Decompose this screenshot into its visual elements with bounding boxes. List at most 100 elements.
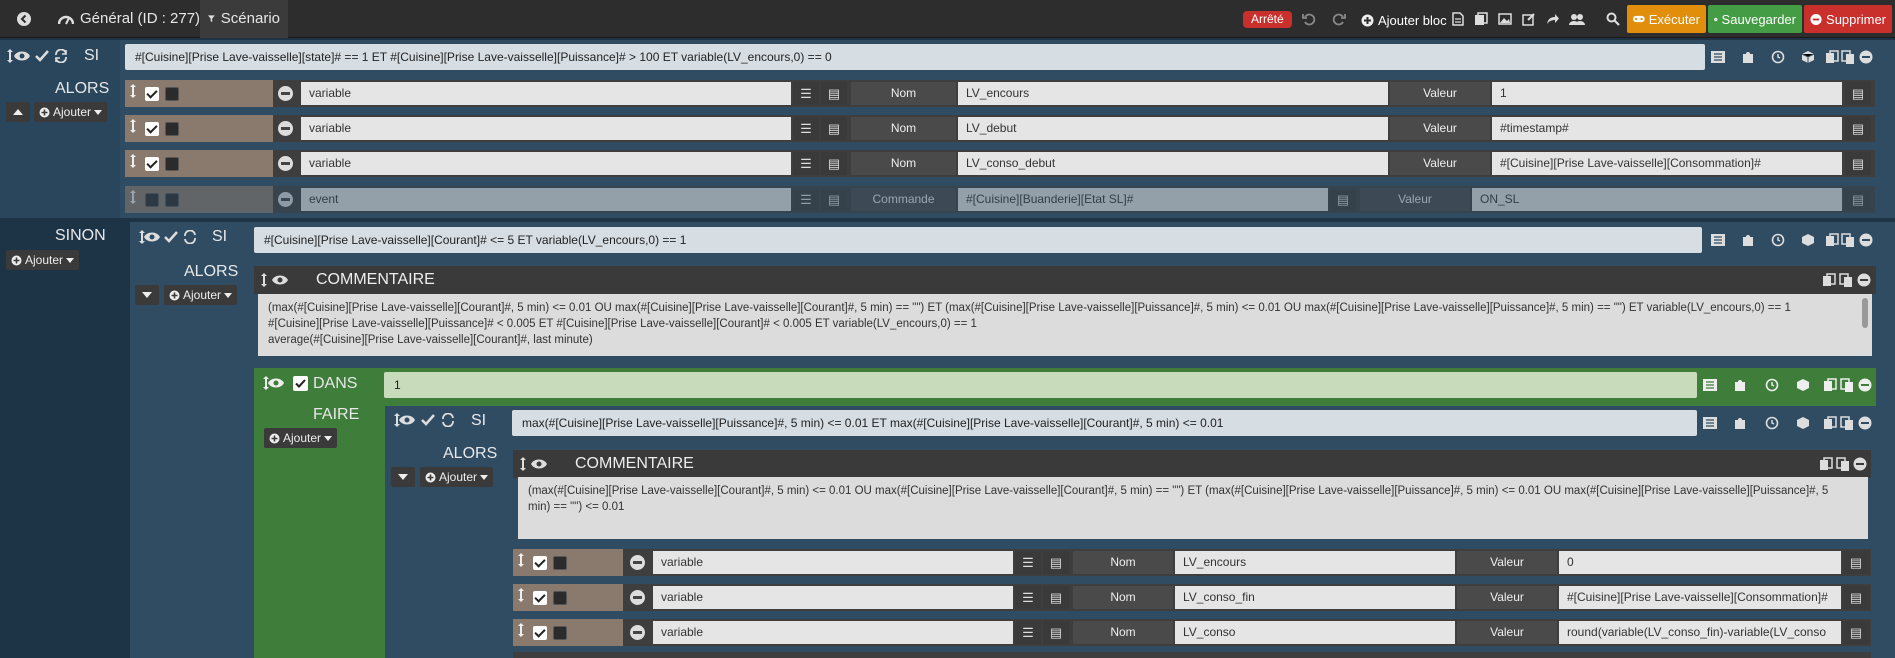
comment-textarea[interactable]: (max(#[Cuisine][Prise Lave-vaisselle][Co…	[258, 294, 1872, 356]
dans-input[interactable]: 1	[384, 372, 1697, 398]
remove-action-icon[interactable]	[630, 555, 645, 570]
options-icon[interactable]: ▤	[1845, 152, 1871, 175]
paste-block-icon[interactable]	[1839, 377, 1855, 393]
remove-block-icon[interactable]	[1857, 415, 1873, 431]
search-icon[interactable]	[1604, 10, 1622, 28]
enable-checkbox[interactable]	[145, 157, 159, 171]
action-type-field[interactable]: variable	[301, 152, 791, 175]
drag-handle-icon[interactable]	[517, 623, 525, 637]
drag-handle-icon[interactable]	[129, 84, 137, 98]
name-field[interactable]: LV_encours	[958, 82, 1388, 105]
options-icon[interactable]: ▤	[1843, 586, 1869, 609]
scrollbar[interactable]	[1862, 298, 1868, 328]
copy-block-icon[interactable]	[1819, 457, 1833, 471]
paste-block-icon[interactable]	[1840, 232, 1856, 248]
action-type-field[interactable]: variable	[653, 621, 1013, 644]
list-icon[interactable]	[1702, 377, 1718, 393]
list-icon[interactable]: ☰	[793, 152, 819, 175]
remove-block-icon[interactable]	[1853, 457, 1867, 471]
copy-block-icon[interactable]	[1822, 273, 1836, 287]
paste-block-icon[interactable]	[1836, 457, 1850, 471]
history-icon[interactable]	[1770, 232, 1786, 248]
options-icon[interactable]: ▤	[821, 152, 847, 175]
check-icon[interactable]	[163, 229, 179, 245]
paste-block-icon[interactable]	[1840, 49, 1856, 65]
sinon-ajouter-button[interactable]: Ajouter	[6, 250, 80, 270]
add-block-button[interactable]: Ajouter bloc	[1355, 8, 1453, 32]
parallel-checkbox[interactable]	[553, 626, 567, 640]
save-button[interactable]: Sauvegarder	[1708, 5, 1802, 33]
cube-icon[interactable]	[1800, 232, 1816, 248]
eye-icon[interactable]	[531, 458, 547, 470]
copy-block-icon[interactable]	[1824, 49, 1840, 65]
copy-block-icon[interactable]	[1822, 415, 1838, 431]
refresh-icon[interactable]	[182, 229, 198, 245]
users-icon[interactable]	[1568, 10, 1586, 28]
history-icon[interactable]	[1764, 415, 1780, 431]
refresh-icon[interactable]	[53, 48, 69, 64]
name-field[interactable]: LV_conso_debut	[958, 152, 1388, 175]
command-field[interactable]: #[Cuisine][Buanderie][Etat SL]#	[958, 188, 1328, 211]
action-type-field[interactable]: variable	[301, 82, 791, 105]
back-button[interactable]	[8, 0, 40, 38]
refresh-icon[interactable]	[440, 412, 456, 428]
enable-checkbox[interactable]	[145, 122, 159, 136]
condition-input[interactable]: #[Cuisine][Prise Lave-vaisselle][Courant…	[254, 227, 1702, 253]
parallel-checkbox[interactable]	[165, 193, 179, 207]
puzzle-icon[interactable]	[1732, 415, 1748, 431]
options-icon[interactable]: ▤	[1043, 621, 1069, 644]
drag-handle-icon[interactable]	[260, 273, 268, 287]
check-icon[interactable]	[420, 412, 436, 428]
list-icon[interactable]	[1710, 49, 1726, 65]
condition-input[interactable]: #[Cuisine][Prise Lave-vaisselle][state]#…	[125, 44, 1705, 70]
cube-icon[interactable]	[1795, 415, 1811, 431]
list-icon[interactable]	[1710, 232, 1726, 248]
eye-icon[interactable]	[144, 229, 160, 245]
eye-icon[interactable]	[14, 48, 30, 64]
file-icon[interactable]	[1449, 10, 1467, 28]
copy-block-icon[interactable]	[1822, 377, 1838, 393]
action-type-field[interactable]: variable	[653, 586, 1013, 609]
remove-block-icon[interactable]	[1857, 377, 1873, 393]
parallel-checkbox[interactable]	[165, 157, 179, 171]
drag-handle-icon[interactable]	[517, 588, 525, 602]
remove-action-icon[interactable]	[278, 121, 293, 136]
paste-block-icon[interactable]	[1839, 273, 1853, 287]
options-icon[interactable]: ▤	[1845, 117, 1871, 140]
enable-checkbox[interactable]	[533, 556, 547, 570]
value-field[interactable]: 1	[1492, 82, 1842, 105]
action-type-field[interactable]: event	[301, 188, 791, 211]
eye-icon[interactable]	[272, 274, 288, 286]
options-icon[interactable]: ▤	[1043, 586, 1069, 609]
share-icon[interactable]	[1544, 10, 1562, 28]
redo-icon[interactable]	[1330, 10, 1348, 28]
drag-handle-icon[interactable]	[517, 553, 525, 567]
history-icon[interactable]	[1770, 49, 1786, 65]
parallel-checkbox[interactable]	[165, 122, 179, 136]
remove-block-icon[interactable]	[1858, 232, 1874, 248]
enable-checkbox[interactable]	[145, 87, 159, 101]
value-field[interactable]: #[Cuisine][Prise Lave-vaisselle][Consomm…	[1492, 152, 1842, 175]
drag-handle-icon[interactable]	[129, 154, 137, 168]
undo-icon[interactable]	[1300, 10, 1318, 28]
options-icon[interactable]: ▤	[1330, 188, 1356, 211]
options-icon[interactable]: ▤	[821, 82, 847, 105]
remove-action-icon[interactable]	[278, 192, 293, 207]
ajouter-button[interactable]: Ajouter	[34, 102, 108, 122]
collapse-down-button[interactable]	[391, 467, 415, 487]
tab-scenario[interactable]: Scénario	[200, 0, 288, 38]
name-field[interactable]: LV_conso_fin	[1175, 586, 1455, 609]
remove-action-icon[interactable]	[630, 625, 645, 640]
execute-button[interactable]: Exécuter	[1627, 5, 1706, 33]
options-icon[interactable]: ▤	[821, 117, 847, 140]
remove-action-icon[interactable]	[278, 86, 293, 101]
enable-checkbox[interactable]	[533, 591, 547, 605]
options-icon[interactable]: ▤	[1043, 551, 1069, 574]
remove-block-icon[interactable]	[1858, 49, 1874, 65]
options-icon[interactable]: ▤	[821, 188, 847, 211]
condition-input[interactable]: max(#[Cuisine][Prise Lave-vaisselle][Pui…	[512, 410, 1697, 436]
list-icon[interactable]: ☰	[793, 188, 819, 211]
value-field[interactable]: 0	[1559, 551, 1841, 574]
value-field[interactable]: #[Cuisine][Prise Lave-vaisselle][Consomm…	[1559, 586, 1841, 609]
remove-action-icon[interactable]	[630, 590, 645, 605]
